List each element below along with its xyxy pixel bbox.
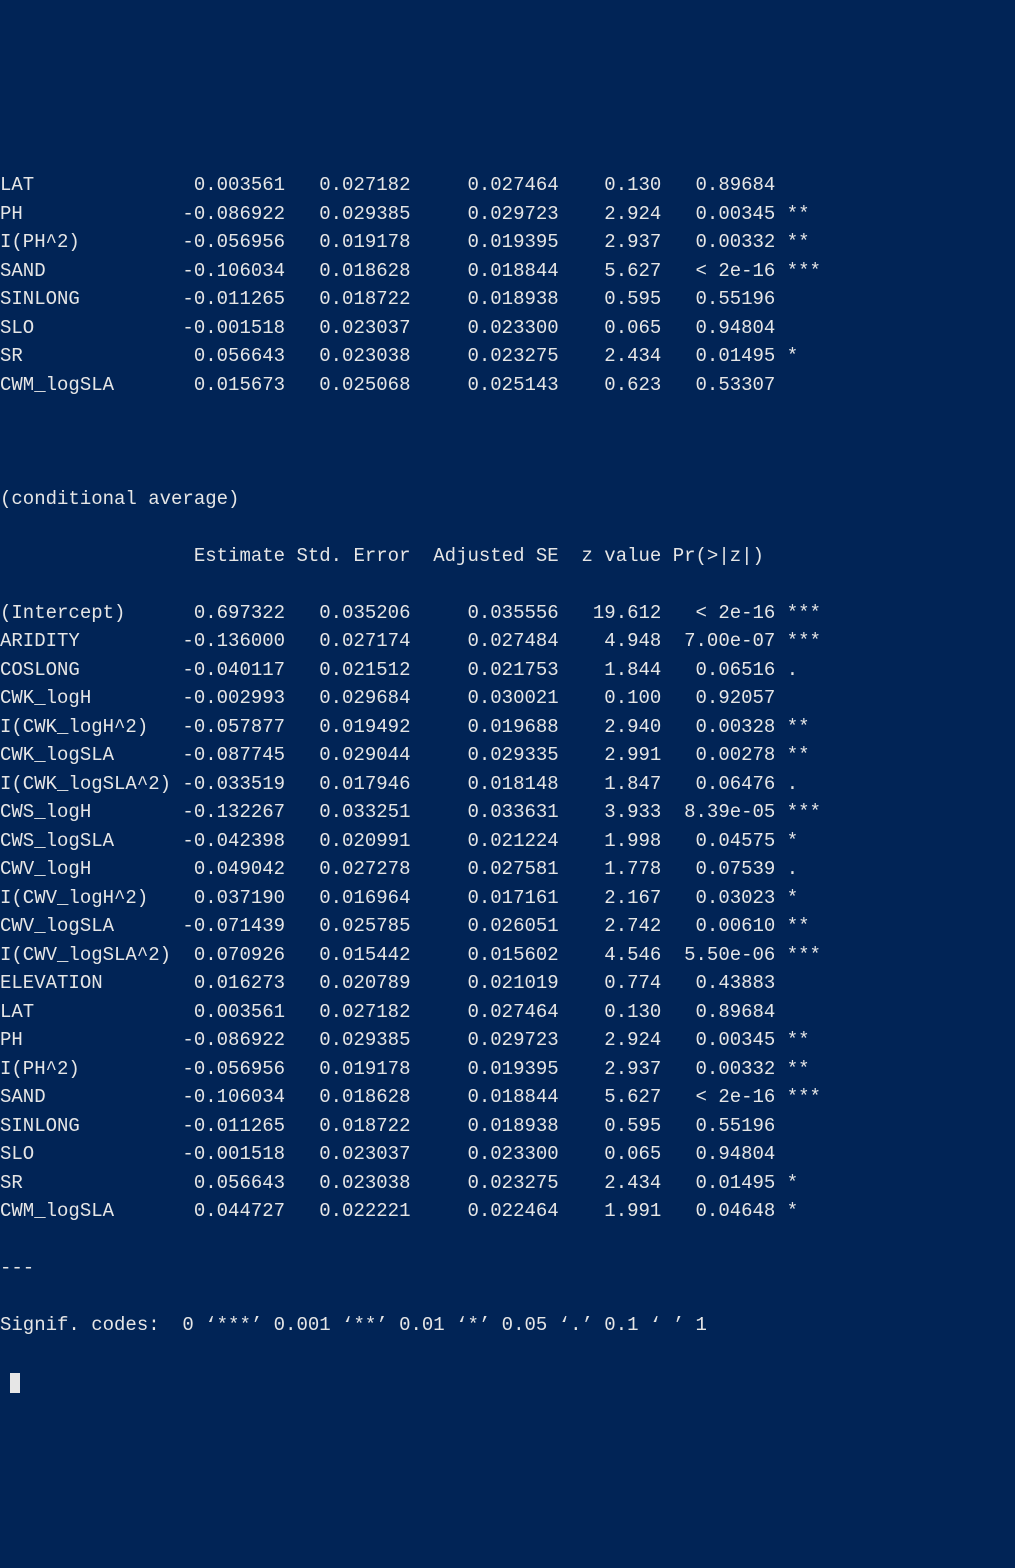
table-row: ELEVATION 0.016273 0.020789 0.021019 0.7…: [0, 969, 1015, 998]
table-row: ARIDITY -0.136000 0.027174 0.027484 4.94…: [0, 627, 1015, 656]
table-row: SINLONG -0.011265 0.018722 0.018938 0.59…: [0, 285, 1015, 314]
table-row: SAND -0.106034 0.018628 0.018844 5.627 <…: [0, 257, 1015, 286]
table-row: SR 0.056643 0.023038 0.023275 2.434 0.01…: [0, 342, 1015, 371]
table-row: SR 0.056643 0.023038 0.023275 2.434 0.01…: [0, 1169, 1015, 1198]
table-row: I(CWV_logSLA^2) 0.070926 0.015442 0.0156…: [0, 941, 1015, 970]
cursor-icon: [10, 1373, 20, 1393]
table-conditional-average: (Intercept) 0.697322 0.035206 0.035556 1…: [0, 599, 1015, 1226]
table-row: PH -0.086922 0.029385 0.029723 2.924 0.0…: [0, 200, 1015, 229]
table-row: SINLONG -0.011265 0.018722 0.018938 0.59…: [0, 1112, 1015, 1141]
table-row: SLO -0.001518 0.023037 0.023300 0.065 0.…: [0, 1140, 1015, 1169]
table-row: I(CWK_logH^2) -0.057877 0.019492 0.01968…: [0, 713, 1015, 742]
table-row: LAT 0.003561 0.027182 0.027464 0.130 0.8…: [0, 998, 1015, 1027]
table-row: I(PH^2) -0.056956 0.019178 0.019395 2.93…: [0, 228, 1015, 257]
signif-codes: Signif. codes: 0 ‘***’ 0.001 ‘**’ 0.01 ‘…: [0, 1311, 1015, 1340]
table-row: I(CWV_logH^2) 0.037190 0.016964 0.017161…: [0, 884, 1015, 913]
table-row: (Intercept) 0.697322 0.035206 0.035556 1…: [0, 599, 1015, 628]
prompt-line[interactable]: [0, 1368, 1015, 1397]
table-row: CWK_logSLA -0.087745 0.029044 0.029335 2…: [0, 741, 1015, 770]
table-row: CWM_logSLA 0.015673 0.025068 0.025143 0.…: [0, 371, 1015, 400]
table-header: Estimate Std. Error Adjusted SE z value …: [0, 542, 1015, 571]
separator: ---: [0, 1254, 1015, 1283]
table-row: SAND -0.106034 0.018628 0.018844 5.627 <…: [0, 1083, 1015, 1112]
table-row: COSLONG -0.040117 0.021512 0.021753 1.84…: [0, 656, 1015, 685]
table-row: CWV_logH 0.049042 0.027278 0.027581 1.77…: [0, 855, 1015, 884]
table-row: I(PH^2) -0.056956 0.019178 0.019395 2.93…: [0, 1055, 1015, 1084]
table-row: PH -0.086922 0.029385 0.029723 2.924 0.0…: [0, 1026, 1015, 1055]
section-title: (conditional average): [0, 485, 1015, 514]
blank-line: [0, 428, 1015, 457]
table-row: SLO -0.001518 0.023037 0.023300 0.065 0.…: [0, 314, 1015, 343]
table-row: CWV_logSLA -0.071439 0.025785 0.026051 2…: [0, 912, 1015, 941]
table-full-average: LAT 0.003561 0.027182 0.027464 0.130 0.8…: [0, 171, 1015, 399]
table-row: I(CWK_logSLA^2) -0.033519 0.017946 0.018…: [0, 770, 1015, 799]
table-row: CWS_logH -0.132267 0.033251 0.033631 3.9…: [0, 798, 1015, 827]
table-row: CWS_logSLA -0.042398 0.020991 0.021224 1…: [0, 827, 1015, 856]
table-row: CWK_logH -0.002993 0.029684 0.030021 0.1…: [0, 684, 1015, 713]
table-row: CWM_logSLA 0.044727 0.022221 0.022464 1.…: [0, 1197, 1015, 1226]
terminal-output: LAT 0.003561 0.027182 0.027464 0.130 0.8…: [0, 143, 1015, 1426]
table-row: LAT 0.003561 0.027182 0.027464 0.130 0.8…: [0, 171, 1015, 200]
